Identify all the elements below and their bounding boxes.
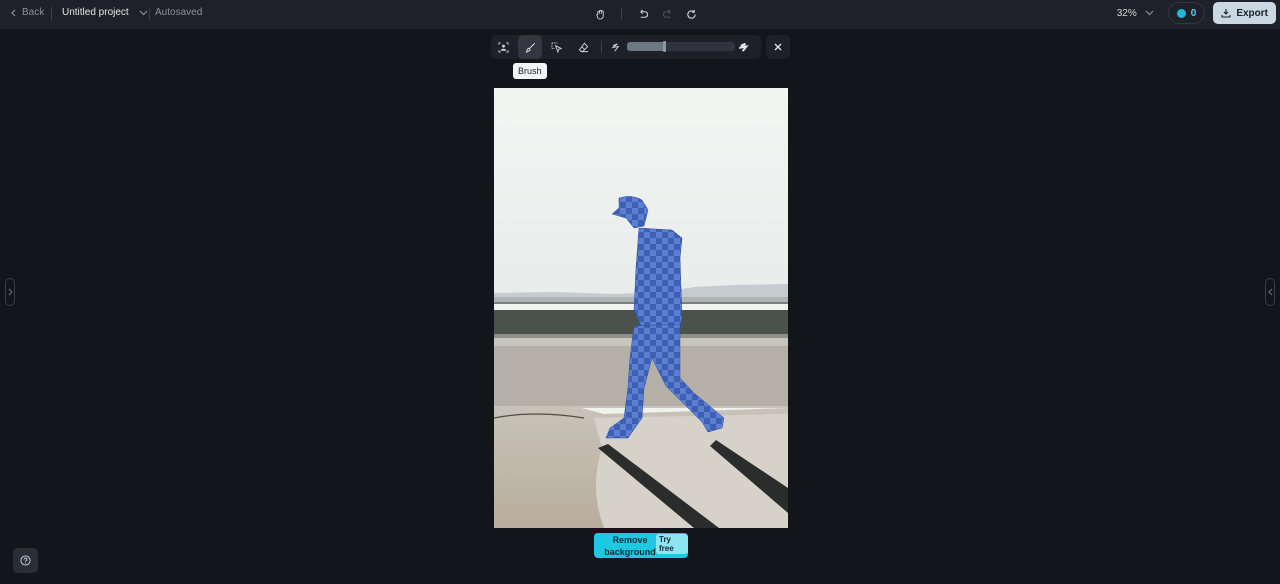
mask-toolbar [491, 35, 761, 59]
credits-badge[interactable]: 0 [1167, 2, 1206, 24]
history-tools [590, 5, 701, 23]
photo-illustration [494, 88, 788, 528]
divider [51, 7, 52, 21]
top-bar: Back Untitled project Autosaved 32% 0 Ex… [0, 0, 1280, 29]
chevron-left-icon [1267, 288, 1272, 296]
divider [601, 41, 602, 53]
redo-icon [662, 9, 671, 18]
slider-thumb[interactable] [663, 41, 666, 52]
canvas-image[interactable] [494, 88, 788, 528]
brush-size-large[interactable] [732, 35, 756, 59]
tool-select-subject[interactable] [491, 35, 515, 59]
divider [621, 8, 622, 20]
export-button[interactable]: Export [1213, 2, 1276, 24]
brush-size-small[interactable] [604, 35, 628, 59]
brush-icon [525, 42, 535, 53]
credits-count: 0 [1190, 7, 1197, 19]
try-free-badge: Try free [656, 534, 688, 554]
back-button[interactable]: Back [10, 7, 44, 18]
brush-tooltip: Brush [513, 63, 547, 79]
close-icon [774, 43, 782, 51]
divider [149, 7, 150, 21]
brush-size-slider[interactable] [627, 41, 735, 52]
remove-background-button[interactable]: Remove background Try free [594, 533, 688, 558]
right-panel-toggle[interactable] [1265, 278, 1275, 306]
hand-icon [595, 9, 604, 20]
tool-lasso[interactable] [545, 35, 569, 59]
lasso-icon [551, 41, 563, 53]
tool-eraser[interactable] [571, 35, 595, 59]
back-label: Back [22, 7, 45, 18]
brush-stroke-large-icon [738, 42, 749, 52]
refresh-icon [686, 9, 696, 19]
tool-brush[interactable] [518, 35, 542, 59]
undo-icon [639, 9, 648, 18]
left-panel-toggle[interactable] [5, 278, 15, 306]
hand-tool-button[interactable] [590, 5, 610, 23]
help-icon [20, 555, 31, 566]
download-icon [1221, 9, 1231, 18]
chevron-down-icon [1145, 10, 1154, 16]
brush-stroke-small-icon [610, 42, 619, 51]
chevron-down-icon [139, 10, 148, 15]
reset-button[interactable] [681, 5, 701, 23]
zoom-dropdown[interactable]: 32% [1111, 8, 1160, 19]
header-actions: 32% 0 Export [1111, 2, 1276, 24]
person-select-icon [497, 41, 509, 53]
chevron-right-icon [8, 288, 13, 296]
project-title: Untitled project [62, 7, 129, 18]
undo-button[interactable] [633, 5, 653, 23]
close-mask-button[interactable] [766, 35, 790, 59]
project-title-dropdown[interactable]: Untitled project [62, 7, 148, 18]
chevron-left-icon [11, 9, 16, 16]
help-button[interactable] [13, 548, 38, 573]
redo-button[interactable] [657, 5, 677, 23]
eraser-icon [578, 42, 588, 52]
credit-icon [1176, 8, 1186, 18]
zoom-level: 32% [1116, 7, 1137, 19]
export-label: Export [1236, 7, 1268, 19]
slider-fill [627, 42, 664, 51]
remove-background-label: Remove background [604, 535, 656, 557]
save-status: Autosaved [155, 7, 203, 18]
